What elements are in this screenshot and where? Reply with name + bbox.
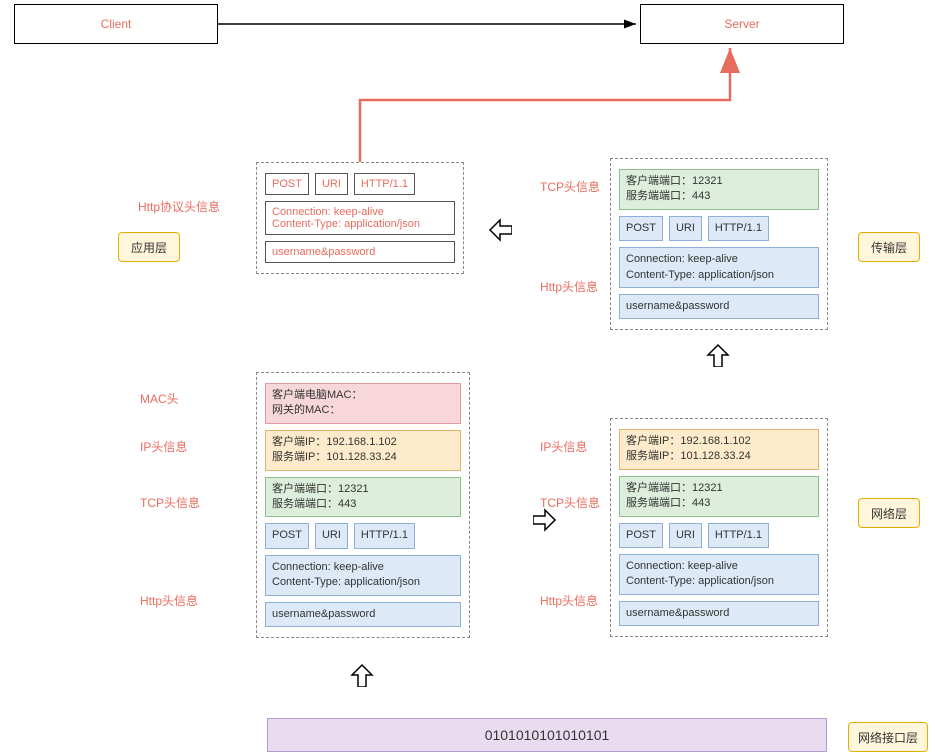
bits-text: 0101010101010101 [485,727,610,743]
mac-client: 客户端电脑MAC： [272,388,454,403]
layer-tag-transport: 传输层 [858,232,920,262]
ip-header-c: 客户端IP：192.168.1.102 服务端IP：101.128.33.24 [265,430,461,471]
ip-client-c: 客户端IP：192.168.1.102 [272,435,454,450]
http-version-d: HTTP/1.1 [708,523,769,548]
http-method: POST [265,173,309,195]
http-headers-block: Connection: keep-alive Content-Type: app… [265,201,455,235]
label-mac-c: MAC头 [140,390,179,407]
label-http-proto: Http协议头信息 [138,198,220,215]
label-http-b: Http头信息 [540,278,598,295]
http-line-d: POST URI HTTP/1.1 [619,523,819,548]
http-body-c: username&password [265,602,461,627]
http-header-d2: Content-Type: application/json [626,574,812,589]
http-request-line: POST URI HTTP/1.1 [265,173,455,195]
http-header-1: Connection: keep-alive [272,206,448,218]
layer-tag-link-label: 网络接口层 [858,729,918,746]
tcp-header-c: 客户端端口：12321 服务端端口：443 [265,477,461,518]
server-node: Server [640,4,844,44]
label-ip-c: IP头信息 [140,438,187,455]
http-method-d: POST [619,523,663,548]
http-body-d: username&password [619,601,819,626]
label-http-d: Http头信息 [540,592,598,609]
layer-tag-link: 网络接口层 [848,722,928,752]
label-http-c: Http头信息 [140,592,198,609]
packet-transport: 客户端端口：12321 服务端端口：443 POST URI HTTP/1.1 … [610,158,828,330]
tcp-header-d: 客户端端口：12321 服务端端口：443 [619,476,819,517]
ip-server-c: 服务端IP：101.128.33.24 [272,450,454,465]
http-method-b: POST [619,216,663,241]
layer-tag-transport-label: 传输层 [871,239,907,256]
tcp-port-client-c: 客户端端口：12321 [272,482,454,497]
http-version: HTTP/1.1 [354,173,415,195]
http-header-2: Content-Type: application/json [272,218,448,230]
ip-client-d: 客户端IP：192.168.1.102 [626,434,812,449]
label-tcp-c: TCP头信息 [140,494,200,511]
label-ip-d: IP头信息 [540,438,587,455]
tcp-port-client-b: 客户端端口：12321 [626,174,812,189]
http-header-b1: Connection: keep-alive [626,252,812,267]
http-method-c: POST [265,523,309,548]
layer-tag-app-label: 应用层 [131,239,167,256]
http-header-c1: Connection: keep-alive [272,560,454,575]
http-uri-c: URI [315,523,348,548]
http-version-b: HTTP/1.1 [708,216,769,241]
server-label: Server [724,17,759,31]
ip-header-d: 客户端IP：192.168.1.102 服务端IP：101.128.33.24 [619,429,819,470]
tcp-header-b: 客户端端口：12321 服务端端口：443 [619,169,819,210]
http-headers-d: Connection: keep-alive Content-Type: app… [619,554,819,595]
mac-gateway: 网关的MAC： [272,403,454,418]
http-uri-d: URI [669,523,702,548]
arrow-app-to-server [360,48,730,162]
label-tcp-b: TCP头信息 [540,178,600,195]
http-line-c: POST URI HTTP/1.1 [265,523,461,548]
http-version-c: HTTP/1.1 [354,523,415,548]
label-tcp-d: TCP头信息 [540,494,600,511]
http-line-b: POST URI HTTP/1.1 [619,216,819,241]
layer-tag-app: 应用层 [118,232,180,262]
http-header-d1: Connection: keep-alive [626,559,812,574]
layer-tag-network-label: 网络层 [871,505,907,522]
packet-link: 客户端电脑MAC： 网关的MAC： 客户端IP：192.168.1.102 服务… [256,372,470,638]
tcp-port-server-b: 服务端端口：443 [626,189,812,204]
packet-network: 客户端IP：192.168.1.102 服务端IP：101.128.33.24 … [610,418,828,637]
layer-tag-network: 网络层 [858,498,920,528]
http-headers-c: Connection: keep-alive Content-Type: app… [265,555,461,596]
client-label: Client [101,17,132,31]
packet-app: POST URI HTTP/1.1 Connection: keep-alive… [256,162,464,274]
client-node: Client [14,4,218,44]
bits-bar: 0101010101010101 [267,718,827,752]
http-uri: URI [315,173,348,195]
http-header-c2: Content-Type: application/json [272,575,454,590]
http-headers-b: Connection: keep-alive Content-Type: app… [619,247,819,288]
http-body-b: username&password [619,294,819,319]
http-uri-b: URI [669,216,702,241]
http-body: username&password [265,241,455,263]
tcp-port-server-c: 服务端端口：443 [272,497,454,512]
tcp-port-client-d: 客户端端口：12321 [626,481,812,496]
mac-header: 客户端电脑MAC： 网关的MAC： [265,383,461,424]
ip-server-d: 服务端IP：101.128.33.24 [626,449,812,464]
http-header-b2: Content-Type: application/json [626,268,812,283]
tcp-port-server-d: 服务端端口：443 [626,496,812,511]
